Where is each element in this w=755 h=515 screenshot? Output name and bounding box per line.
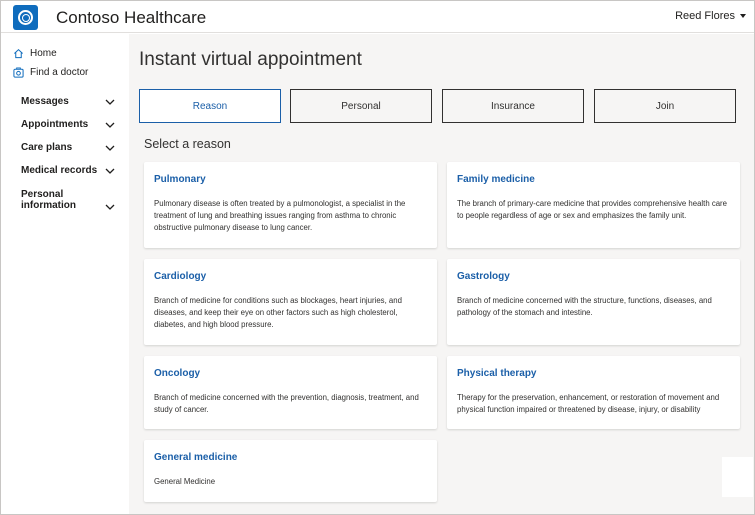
chevron-down-icon — [105, 99, 115, 106]
step-tab-insurance[interactable]: Insurance — [442, 89, 584, 123]
chevron-down-icon — [105, 122, 115, 129]
reason-card-title: Pulmonary — [154, 174, 206, 185]
app-title: Contoso Healthcare — [56, 8, 207, 27]
corner-panel — [722, 457, 753, 497]
reason-card-description: Pulmonary disease is often treated by a … — [154, 199, 406, 232]
sidebar-group-label: Medical records — [21, 165, 98, 176]
sidebar-item-home[interactable]: Home — [13, 48, 57, 59]
sidebar-nav: Home Find a doctor Messages Appointments… — [1, 34, 129, 514]
reason-card-oncology[interactable]: Oncology Branch of medicine concerned wi… — [144, 356, 437, 429]
sidebar-item-label: Home — [30, 48, 57, 59]
reason-card-title: General medicine — [154, 452, 238, 463]
page-title: Instant virtual appointment — [139, 49, 362, 70]
sidebar-group-medical-records[interactable]: Medical records — [21, 165, 117, 176]
reason-card-description: The branch of primary-care medicine that… — [457, 199, 727, 220]
reason-card-title: Oncology — [154, 368, 201, 379]
user-menu-button[interactable]: Reed Flores — [675, 10, 746, 22]
reason-card-title: Cardiology — [154, 271, 207, 282]
reason-card-title: Family medicine — [457, 174, 535, 185]
step-tab-label: Personal — [341, 100, 381, 112]
reason-card-description: General Medicine — [154, 477, 216, 486]
step-tab-label: Reason — [192, 100, 228, 112]
main-content: Instant virtual appointment Reason Perso… — [129, 34, 754, 514]
step-tab-label: Insurance — [491, 100, 535, 112]
reason-card-pulmonary[interactable]: Pulmonary Pulmonary disease is often tre… — [144, 162, 437, 248]
doctor-search-icon — [13, 67, 24, 78]
sidebar-group-label: Appointments — [21, 119, 89, 130]
top-bar: Contoso Healthcare Reed Flores — [1, 1, 754, 33]
chevron-down-icon — [105, 204, 115, 211]
sidebar-group-label: Personal information — [21, 189, 76, 211]
reason-card-cardiology[interactable]: Cardiology Branch of medicine for condit… — [144, 259, 437, 345]
step-tab-personal[interactable]: Personal — [290, 89, 432, 123]
reason-card-description: Branch of medicine concerned with the pr… — [154, 393, 419, 414]
reason-card-physical-therapy[interactable]: Physical therapy Therapy for the preserv… — [447, 356, 740, 429]
reason-card-description: Therapy for the preservation, enhancemen… — [457, 393, 720, 414]
chevron-down-icon — [105, 145, 115, 152]
sidebar-group-personal-information[interactable]: Personal information — [21, 189, 117, 211]
user-name: Reed Flores — [675, 10, 735, 22]
section-title: Select a reason — [144, 137, 231, 151]
reason-card-title: Gastrology — [457, 271, 510, 282]
sidebar-item-label: Find a doctor — [30, 67, 89, 78]
sidebar-group-label: Care plans — [21, 142, 73, 153]
contoso-logo-icon[interactable] — [13, 5, 38, 30]
reason-card-family-medicine[interactable]: Family medicine The branch of primary-ca… — [447, 162, 740, 248]
reason-card-description: Branch of medicine concerned with the st… — [457, 296, 712, 317]
reason-card-title: Physical therapy — [457, 368, 537, 379]
reason-card-description: Branch of medicine for conditions such a… — [154, 296, 402, 329]
step-tab-label: Join — [655, 100, 675, 112]
reason-card-gastrology[interactable]: Gastrology Branch of medicine concerned … — [447, 259, 740, 345]
sidebar-group-appointments[interactable]: Appointments — [21, 119, 117, 130]
step-tab-join[interactable]: Join — [594, 89, 736, 123]
step-tab-reason[interactable]: Reason — [139, 89, 281, 123]
step-tabs: Reason Personal Insurance Join — [139, 89, 739, 123]
sidebar-item-find-doctor[interactable]: Find a doctor — [13, 67, 88, 78]
sidebar-group-care-plans[interactable]: Care plans — [21, 142, 117, 153]
chevron-down-icon — [105, 168, 115, 175]
caret-down-icon — [740, 14, 746, 18]
reason-card-general-medicine[interactable]: General medicine General Medicine — [144, 440, 437, 502]
sidebar-group-label: Messages — [21, 96, 69, 107]
sidebar-group-messages[interactable]: Messages — [21, 96, 117, 107]
home-icon — [14, 48, 23, 59]
